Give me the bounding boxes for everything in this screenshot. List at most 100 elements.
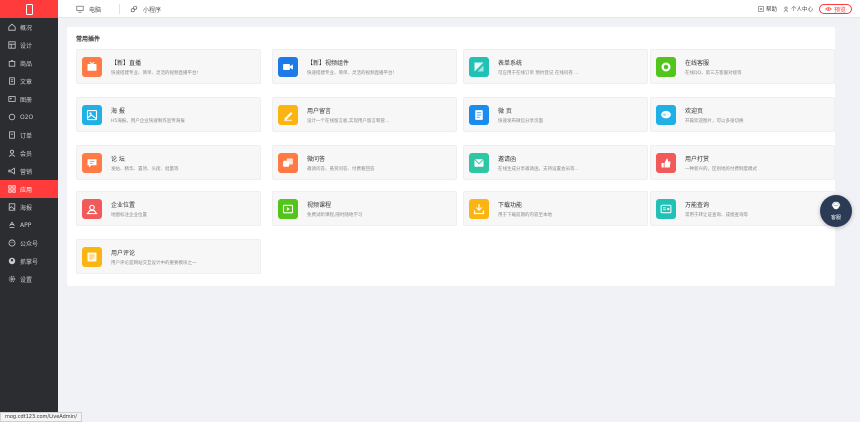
phone-icon xyxy=(25,3,33,15)
marketing-icon xyxy=(8,167,16,175)
plugin-card[interactable]: 表单系统 可应用于在线订单 预约登记 在线问卷 … xyxy=(463,49,648,84)
tab-pc[interactable]: 电脑 xyxy=(76,0,101,18)
plugin-card[interactable]: 微问答邀请问答、悬赏问答、付费看回答 xyxy=(272,145,457,180)
sidebar-item-label: 会员 xyxy=(20,150,33,158)
sidebar-item[interactable]: 应用 xyxy=(0,180,58,198)
plugin-name: 下载功能 xyxy=(498,202,523,209)
plugin-name: 在线客服 xyxy=(685,60,710,67)
section-title: 常用插件 xyxy=(76,36,101,43)
plugin-name: 用户打赏 xyxy=(685,156,710,163)
plugin-card[interactable]: 论 坛发帖、精华、置顶、头街、批量等 xyxy=(76,145,261,180)
sidebar-item[interactable]: 设置 xyxy=(0,270,58,288)
plugin-card[interactable]: 【新】视频组件 快速搭建专业、简单、灵活的视频直播平台! xyxy=(272,49,457,84)
sidebar-item[interactable]: APP xyxy=(0,216,58,234)
help-label: 帮助 xyxy=(765,7,777,13)
sidebar-item-label: O2O xyxy=(20,113,34,121)
welcome-icon: Hi~ xyxy=(656,105,676,125)
plugin-description: 快速搭建专业、简单、灵活的视频直播平台! xyxy=(111,71,199,76)
user-center-link[interactable]: 个人中心 xyxy=(783,5,813,13)
sidebar-item[interactable]: 设计 xyxy=(0,36,58,54)
plugin-name: 微问答 xyxy=(307,156,326,163)
plugin-description: 邀请问答、悬赏问答、付费看回答 xyxy=(307,167,375,172)
tab-divider xyxy=(119,4,120,14)
micro-page-icon xyxy=(469,105,489,125)
preview-button[interactable]: 预览 xyxy=(818,4,852,14)
plugin-description: H5海报，用户企业快速制作宣传海报 xyxy=(111,119,185,124)
video-course-icon xyxy=(278,199,298,219)
sidebar-item[interactable]: 文章 xyxy=(0,72,58,90)
plugin-card[interactable]: 企业位置 地图标注企业位置 xyxy=(76,191,261,226)
plugin-name: 用户留言 xyxy=(307,108,332,115)
query-icon xyxy=(656,199,676,219)
video-component-icon xyxy=(278,57,298,77)
plugin-card[interactable]: Hi~ 欢迎页 开篇欢迎图片，可以多张切换 xyxy=(650,97,835,132)
qa-icon xyxy=(278,153,298,173)
plugin-card[interactable]: 邀请函 在线生成分享邀请函，支持设置会员等… xyxy=(463,145,648,180)
plugin-description: 快速搭建专业、简单、灵活的视频直播平台! xyxy=(307,71,395,76)
plugin-card[interactable]: 用户评论 用户评论是网站交互设计中的重要模块之一 xyxy=(76,239,261,274)
sidebar-item-label: 海报 xyxy=(20,204,33,212)
headset-icon xyxy=(831,201,841,210)
plugins-panel: 常用插件 【新】直播 快速搭建专业、简单、灵活的视频直播平台! 【新】视频组件 快速搭… xyxy=(67,27,835,286)
goods-icon xyxy=(8,59,16,67)
sidebar-item[interactable]: 图册 xyxy=(0,90,58,108)
sidebar-item[interactable]: 营销 xyxy=(0,162,58,180)
sidebar-item-label: 文章 xyxy=(20,78,33,86)
wechat-icon xyxy=(8,239,16,247)
sidebar-item[interactable]: O2O xyxy=(0,108,58,126)
sidebar-item-label: 订单 xyxy=(20,132,33,140)
plugin-card[interactable]: 用户打赏一种新兴的，区别地的付费制度模式 xyxy=(650,145,835,180)
reward-icon xyxy=(656,153,676,173)
plugin-name: 海 报 xyxy=(111,108,125,115)
sidebar-item[interactable]: 概况 xyxy=(0,18,58,36)
plugin-card[interactable]: 海 报 H5海报，用户企业快速制作宣传海报 xyxy=(76,97,261,132)
sidebar-item[interactable]: 订单 xyxy=(0,126,58,144)
sidebar-item[interactable]: 海报 xyxy=(0,198,58,216)
live-tv-icon xyxy=(82,57,102,77)
help-link[interactable]: 帮助 xyxy=(758,5,777,13)
service-label: 客服 xyxy=(830,215,841,221)
plugin-description: 地图标注企业位置 xyxy=(111,213,147,218)
plugin-description: 可应用于在线订单 预约登记 在线问卷 … xyxy=(498,71,579,76)
sidebar-item-label: 应用 xyxy=(20,186,33,194)
layout-icon xyxy=(8,41,16,49)
settings-icon xyxy=(8,275,16,283)
plugin-card[interactable]: 微 页快速发布微信分享页面 xyxy=(463,97,648,132)
plugin-card[interactable]: 在线客服 在线QQ、第三方客服对接等 xyxy=(650,49,835,84)
sidebar-item[interactable]: 抓掌号 xyxy=(0,252,58,270)
plugin-card[interactable]: 万能查询 常用于转让证查询、成绩查询等 xyxy=(650,191,835,226)
mobile-logo[interactable] xyxy=(0,0,58,18)
customer-service-icon xyxy=(656,57,676,77)
download-icon xyxy=(469,199,489,219)
top-bar: 电脑 小程序 帮助 个人中心 预览 xyxy=(58,0,860,18)
sidebar-item-label: 商品 xyxy=(20,60,33,68)
sidebar-item[interactable]: 公众号 xyxy=(0,234,58,252)
sidebar-item-label: 设计 xyxy=(20,42,33,50)
plugin-description: 常用于转让证查询、成绩查询等 xyxy=(685,213,748,218)
help-icon xyxy=(758,6,764,12)
plugin-name: 论 坛 xyxy=(111,156,125,163)
sidebar-item[interactable]: 会员 xyxy=(0,144,58,162)
plugin-name: 邀请函 xyxy=(498,156,517,163)
mini-program-icon xyxy=(130,5,138,13)
message-icon xyxy=(278,105,298,125)
plugin-description: 用户评论是网站交互设计中的重要模块之一 xyxy=(111,261,197,266)
user-center-label: 个人中心 xyxy=(790,7,813,13)
invitation-icon xyxy=(469,153,489,173)
plugin-card[interactable]: 视频课程 免费试听课程,随时随地学习 xyxy=(272,191,457,226)
eye-icon xyxy=(825,7,832,11)
monitor-icon xyxy=(76,5,84,13)
plugin-description: 设计一个在线留言板,实现用户留言和管… xyxy=(307,119,390,124)
status-url: mog.cdt123.com/LiveAdmin/ xyxy=(0,412,82,422)
sidebar-item[interactable]: 商品 xyxy=(0,54,58,72)
plugin-description: 一种新兴的，区别地的付费制度模式 xyxy=(685,167,757,172)
customer-service-float[interactable]: 客服 xyxy=(820,195,852,227)
plugin-card[interactable]: 【新】直播快速搭建专业、简单、灵活的视频直播平台! xyxy=(76,49,261,84)
sidebar-item-label: 营销 xyxy=(20,168,33,176)
tab-mini-program[interactable]: 小程序 xyxy=(130,0,161,18)
plugin-description: 免费试听课程,随时随地学习 xyxy=(307,213,363,218)
plugin-name: 【新】直播 xyxy=(111,60,142,67)
plugin-description: 用于下载前期的内容至本地 xyxy=(498,213,552,218)
plugin-card[interactable]: 用户留言设计一个在线留言板,实现用户留言和管… xyxy=(272,97,457,132)
plugin-card[interactable]: 下载功能用于下载前期的内容至本地 xyxy=(463,191,648,226)
